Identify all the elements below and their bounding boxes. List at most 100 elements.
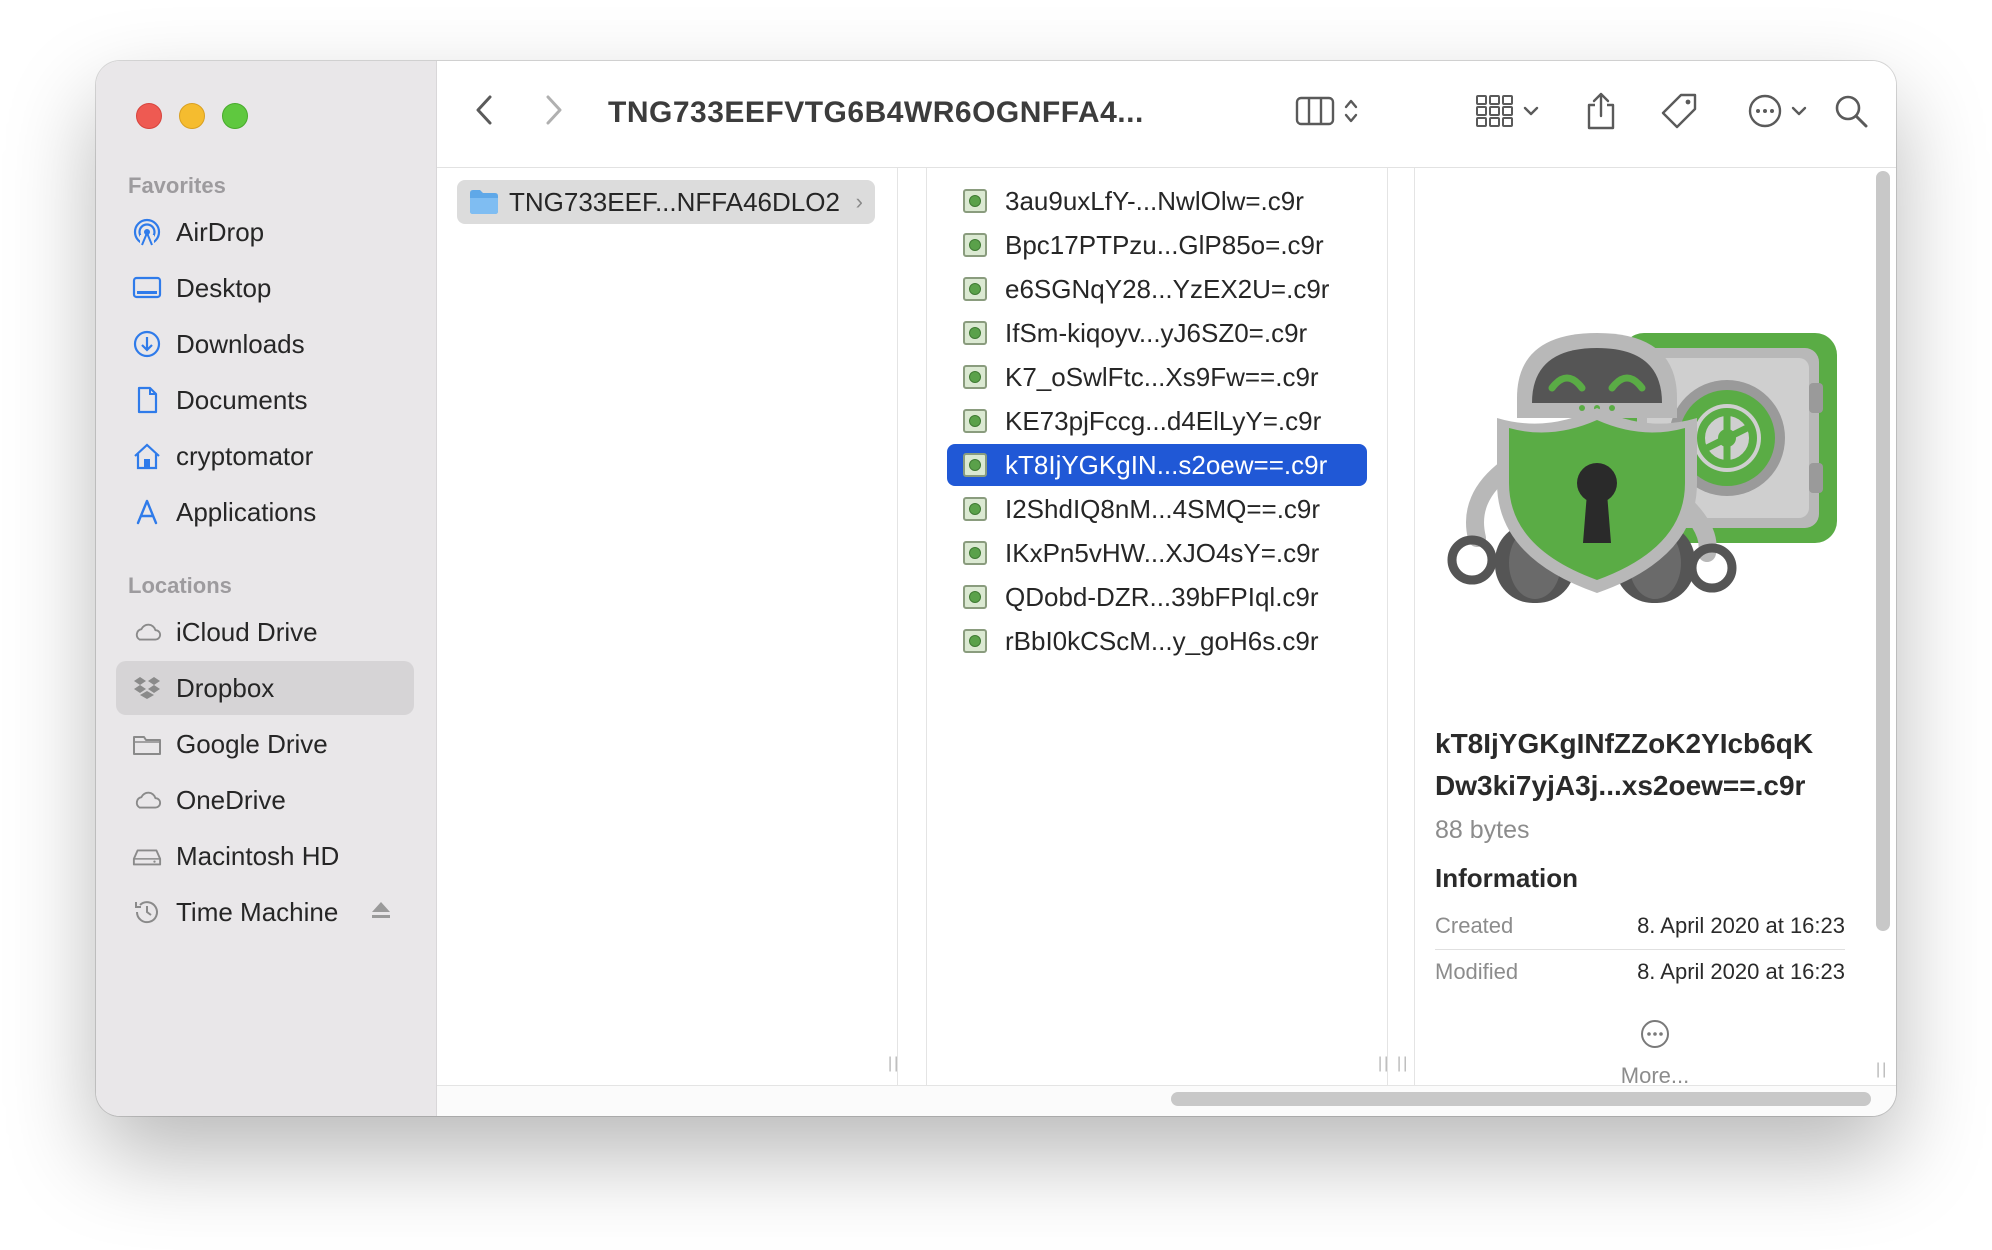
sidebar-item-airdrop[interactable]: AirDrop xyxy=(116,205,414,259)
encrypted-file-icon xyxy=(963,365,987,389)
folder-icon xyxy=(132,729,162,759)
file-row[interactable]: IfSm-kiqoyv...yJ6SZ0=.c9r xyxy=(947,312,1367,354)
file-name: IKxPn5vHW...XJO4sY=.c9r xyxy=(1005,537,1320,568)
sidebar-item-label: Macintosh HD xyxy=(176,840,340,871)
sidebar-item-cryptomator[interactable]: cryptomator xyxy=(116,429,414,483)
created-row: Created 8. April 2020 at 16:23 xyxy=(1435,904,1845,948)
sidebar-item-label: Dropbox xyxy=(176,672,275,703)
ellipsis-circle-icon xyxy=(1747,93,1783,134)
chevron-down-icon xyxy=(1791,104,1807,122)
chevron-up-down-icon xyxy=(1343,96,1359,131)
airdrop-icon xyxy=(132,217,162,247)
sidebar-item-label: cryptomator xyxy=(176,440,314,471)
column-resize-handle[interactable]: || xyxy=(1378,1055,1390,1073)
view-mode-button[interactable] xyxy=(1287,91,1367,135)
sidebar-item-desktop[interactable]: Desktop xyxy=(116,261,414,315)
locations-header: Locations xyxy=(128,573,232,598)
chevron-right-icon xyxy=(544,94,564,131)
minimize-window-button[interactable] xyxy=(179,103,205,129)
sidebar-item-time-machine[interactable]: Time Machine xyxy=(116,885,414,939)
back-button[interactable] xyxy=(467,95,501,129)
modified-row: Modified 8. April 2020 at 16:23 xyxy=(1435,950,1845,994)
sidebar-item-google-drive[interactable]: Google Drive xyxy=(116,717,414,771)
file-name: e6SGNqY28...YzEX2U=.c9r xyxy=(1005,273,1330,304)
search-icon xyxy=(1833,93,1869,134)
eject-icon[interactable] xyxy=(370,899,392,926)
downloads-icon xyxy=(132,329,162,359)
file-name: QDobd-DZR...39bFPIql.c9r xyxy=(1005,581,1319,612)
file-row[interactable]: QDobd-DZR...39bFPIql.c9r xyxy=(947,576,1367,618)
sidebar-item-documents[interactable]: Documents xyxy=(116,373,414,427)
file-name: IfSm-kiqoyv...yJ6SZ0=.c9r xyxy=(1005,317,1308,348)
file-name: KE73pjFccg...d4ElLyY=.c9r xyxy=(1005,405,1322,436)
sidebar-item-dropbox[interactable]: Dropbox xyxy=(116,661,414,715)
file-name: Bpc17PTPzu...GlP85o=.c9r xyxy=(1005,229,1324,260)
desktop-icon xyxy=(132,273,162,303)
sidebar-item-macintosh-hd[interactable]: Macintosh HD xyxy=(116,829,414,883)
file-row[interactable]: rBbI0kCScM...y_goH6s.c9r xyxy=(947,620,1367,662)
file-row[interactable]: I2ShdIQ8nM...4SMQ==.c9r xyxy=(947,488,1367,530)
file-row[interactable]: 3au9uxLfY-...NwlOlw=.c9r xyxy=(947,180,1367,222)
forward-button[interactable] xyxy=(537,95,571,129)
file-row[interactable]: K7_oSwlFtc...Xs9Fw==.c9r xyxy=(947,356,1367,398)
window-controls xyxy=(136,103,248,129)
sidebar-item-icloud-drive[interactable]: iCloud Drive xyxy=(116,605,414,659)
zoom-window-button[interactable] xyxy=(222,103,248,129)
close-window-button[interactable] xyxy=(136,103,162,129)
file-row[interactable]: IKxPn5vHW...XJO4sY=.c9r xyxy=(947,532,1367,574)
tags-button[interactable] xyxy=(1657,91,1701,135)
columns-view-icon xyxy=(1295,95,1335,132)
search-button[interactable] xyxy=(1829,91,1873,135)
horizontal-scrollbar[interactable] xyxy=(1171,1092,1871,1106)
sidebar-item-label: Downloads xyxy=(176,328,305,359)
information-header: Information xyxy=(1435,863,1578,893)
disk-icon xyxy=(132,841,162,871)
sidebar-item-applications[interactable]: Applications xyxy=(116,485,414,539)
sidebar-item-label: Applications xyxy=(176,496,317,527)
file-row[interactable]: Bpc17PTPzu...GlP85o=.c9r xyxy=(947,224,1367,266)
folder-row[interactable]: TNG733EEF...NFFA46DLO2 › xyxy=(457,180,875,224)
sidebar-item-label: OneDrive xyxy=(176,784,286,815)
preview-file-name-line1: kT8IjYGKgINfZZoK2YIcb6qK xyxy=(1435,728,1814,759)
file-name: I2ShdIQ8nM...4SMQ==.c9r xyxy=(1005,493,1321,524)
file-name: kT8IjYGKgIN...s2oew==.c9r xyxy=(1005,449,1328,480)
group-button[interactable] xyxy=(1467,91,1547,135)
column-resize-handle[interactable]: || xyxy=(888,1055,900,1073)
cloud-icon xyxy=(132,785,162,815)
vertical-scrollbar[interactable] xyxy=(1876,171,1890,931)
file-row[interactable]: kT8IjYGKgIN...s2oew==.c9r xyxy=(947,444,1367,486)
modified-label: Modified xyxy=(1435,959,1519,984)
chevron-right-icon: › xyxy=(855,189,863,214)
column-1: TNG733EEF...NFFA46DLO2 › || xyxy=(437,168,898,1085)
tag-icon xyxy=(1660,92,1698,135)
cloud-icon xyxy=(132,617,162,647)
document-icon xyxy=(132,385,162,415)
file-row[interactable]: KE73pjFccg...d4ElLyY=.c9r xyxy=(947,400,1367,442)
file-row[interactable]: e6SGNqY28...YzEX2U=.c9r xyxy=(947,268,1367,310)
encrypted-file-icon xyxy=(963,233,987,257)
finder-window: Favorites AirDrop Desktop Downloads Docu… xyxy=(96,61,1896,1116)
encrypted-file-icon xyxy=(963,277,987,301)
sidebar-item-label: Desktop xyxy=(176,272,272,303)
ellipsis-circle-icon xyxy=(1585,1018,1725,1055)
applications-icon xyxy=(132,497,162,527)
toolbar: TNG733EEFVTG6B4WR6OGNFFA4... xyxy=(437,61,1896,168)
preview-file-name: kT8IjYGKgINfZZoK2YIcb6qK Dw3ki7yjA3j...x… xyxy=(1435,723,1865,807)
encrypted-file-icon xyxy=(963,629,987,653)
sidebar: Favorites AirDrop Desktop Downloads Docu… xyxy=(96,61,437,1116)
sidebar-item-label: AirDrop xyxy=(176,216,265,247)
favorites-header: Favorites xyxy=(128,173,226,198)
column-resize-handle[interactable]: || xyxy=(1876,1061,1888,1104)
more-button[interactable]: More... xyxy=(1585,1018,1725,1089)
sidebar-item-onedrive[interactable]: OneDrive xyxy=(116,773,414,827)
home-icon xyxy=(132,441,162,471)
encrypted-file-icon xyxy=(963,453,987,477)
modified-value: 8. April 2020 at 16:23 xyxy=(1637,959,1845,984)
file-name: rBbI0kCScM...y_goH6s.c9r xyxy=(1005,625,1319,656)
sidebar-item-downloads[interactable]: Downloads xyxy=(116,317,414,371)
time-machine-icon xyxy=(132,897,162,927)
actions-button[interactable] xyxy=(1737,91,1817,135)
column-resize-handle[interactable]: || xyxy=(1397,1055,1409,1073)
share-button[interactable] xyxy=(1579,89,1623,137)
cryptomator-robot-icon xyxy=(1447,333,1837,603)
